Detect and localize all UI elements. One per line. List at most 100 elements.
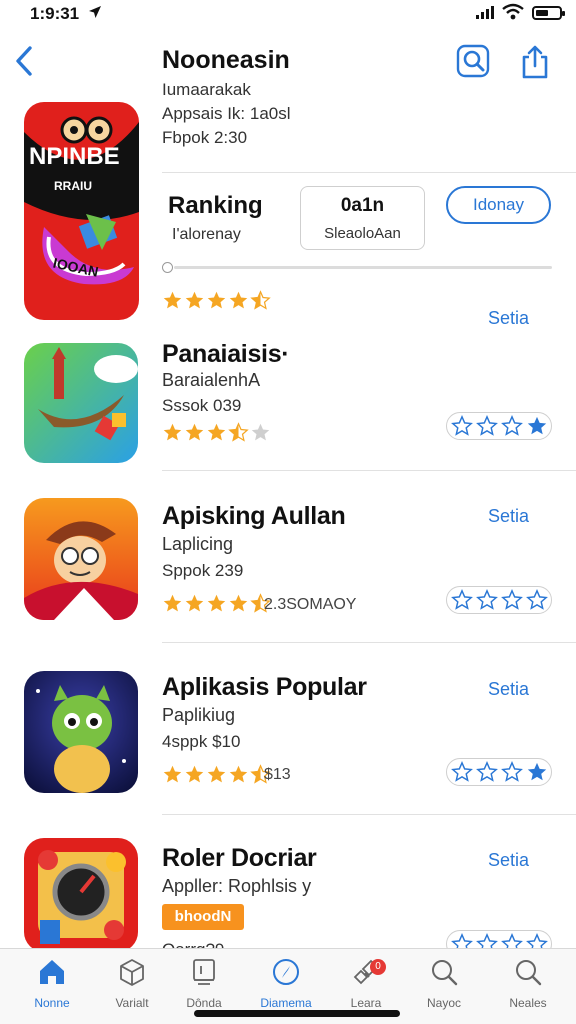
app-meta: 4sppk $10	[162, 732, 241, 751]
ranking-stars	[162, 290, 271, 311]
slider-knob[interactable]	[162, 262, 173, 273]
star-outline-icon	[450, 761, 473, 782]
ranking-card[interactable]: 0a1n SleaoloAan	[300, 186, 425, 250]
search-icon	[456, 44, 490, 78]
star-outline-icon	[500, 589, 523, 610]
tab-label: Nayoc	[426, 996, 461, 1010]
ranking-progress-slider[interactable]	[162, 260, 552, 274]
tab-label: Dônda	[186, 996, 222, 1010]
slider-track	[174, 266, 552, 269]
header-line-1: Iumaarakak	[162, 80, 251, 99]
cube-icon	[120, 959, 144, 986]
app-title[interactable]: Aplikasis Popular	[162, 673, 367, 702]
ranking-action-button[interactable]: Idonay	[446, 186, 551, 224]
app-title[interactable]: Roler Docriar	[162, 844, 317, 873]
share-icon	[522, 45, 548, 79]
tab-label: Leara	[350, 996, 382, 1010]
star-filled-icon	[163, 765, 182, 783]
tab-label: Varialt	[115, 996, 149, 1010]
ranking-card-value: 0a1n	[340, 195, 385, 216]
star-outline-icon	[500, 761, 523, 782]
tab-donda[interactable]: Dônda	[170, 957, 238, 1010]
app-price: $13	[264, 766, 291, 783]
wifi-icon	[502, 3, 524, 21]
home-icon	[40, 960, 64, 984]
app-icon[interactable]	[24, 671, 138, 793]
star-filled-icon	[185, 594, 204, 612]
cellular-signal-icon	[476, 6, 494, 19]
star-empty-icon	[251, 423, 270, 441]
star-filled-icon	[527, 762, 546, 781]
star-filled-icon	[163, 291, 182, 309]
app-subtitle: BaraialenhA	[162, 370, 261, 390]
status-time: 1:9:31	[30, 4, 80, 23]
chevron-left-icon	[16, 46, 32, 76]
see-all-link[interactable]: Setia	[488, 679, 529, 700]
share-button[interactable]	[519, 44, 551, 80]
star-half-icon	[250, 290, 271, 310]
tab-neales[interactable]: Neales	[494, 957, 562, 1010]
see-all-link[interactable]: Setia	[488, 308, 529, 329]
tab-varialt[interactable]: Varialt	[98, 957, 166, 1010]
app-title[interactable]: Panaiaisis·	[162, 340, 290, 369]
status-bar: 1:9:31	[0, 0, 576, 28]
tab-leara[interactable]: 0 Leara	[332, 957, 400, 1010]
rate-app-control[interactable]	[446, 758, 552, 786]
ranking-card-subtitle: SleaoloAan	[324, 225, 401, 242]
app-stars	[162, 593, 271, 614]
featured-app-icon[interactable]: NPINBE RRAIU IOOAN	[24, 102, 139, 320]
back-button[interactable]	[12, 44, 38, 78]
tab-home[interactable]: Nonne	[18, 957, 86, 1010]
app-price: 2.3SOMAOY	[264, 596, 357, 613]
star-filled-icon	[229, 765, 248, 783]
search-icon	[432, 960, 458, 986]
see-all-link[interactable]: Setia	[488, 506, 529, 527]
page-title: Nooneasin	[162, 46, 290, 74]
star-filled-icon	[207, 765, 226, 783]
star-filled-icon	[185, 765, 204, 783]
app-subtitle: Paplikiug	[162, 705, 236, 725]
star-outline-icon	[500, 415, 523, 436]
divider	[162, 642, 576, 643]
star-outline-icon	[450, 415, 473, 436]
ranking-subtitle: I'alorenay	[172, 226, 241, 243]
star-filled-icon	[207, 423, 226, 441]
search-button[interactable]	[456, 44, 490, 78]
app-stars	[162, 422, 271, 443]
header-line-2: Appsais Ik: 1a0sl	[162, 104, 291, 123]
app-meta: Sppok 239	[162, 561, 244, 580]
app-icon[interactable]	[24, 838, 138, 952]
home-indicator[interactable]	[194, 1010, 400, 1017]
rate-app-control[interactable]	[446, 586, 552, 614]
see-all-link[interactable]: Setia	[488, 850, 529, 871]
tab-label: Nonne	[34, 996, 70, 1010]
tab-label: Neales	[509, 996, 547, 1010]
app-icon[interactable]	[24, 498, 138, 620]
app-icon[interactable]	[24, 343, 138, 463]
app-stars	[162, 764, 271, 785]
star-filled-icon	[185, 291, 204, 309]
divider	[162, 470, 576, 471]
tab-nayoc[interactable]: Nayoc	[410, 957, 478, 1010]
star-filled-icon	[527, 416, 546, 435]
header-line-3: Fbpok 2:30	[162, 128, 248, 147]
location-arrow-icon	[88, 5, 102, 22]
star-outline-icon	[525, 589, 548, 610]
app-subtitle: Appller: Rophlsis y	[162, 876, 312, 896]
tab-label: Diamema	[260, 996, 312, 1010]
star-half-icon	[228, 422, 249, 442]
app-title[interactable]: Apisking Aullan	[162, 502, 346, 531]
star-outline-icon	[475, 589, 498, 610]
tab-diamema[interactable]: Diamema	[252, 957, 320, 1010]
star-outline-icon	[475, 761, 498, 782]
star-filled-icon	[229, 594, 248, 612]
app-subtitle: Laplicing	[162, 534, 234, 554]
star-filled-icon	[163, 594, 182, 612]
app-badge: bhoodN	[162, 904, 244, 930]
search-icon	[516, 960, 542, 986]
divider	[162, 172, 576, 173]
rate-app-control[interactable]	[446, 412, 552, 440]
star-filled-icon	[207, 291, 226, 309]
star-filled-icon	[207, 594, 226, 612]
battery-icon	[532, 6, 565, 20]
